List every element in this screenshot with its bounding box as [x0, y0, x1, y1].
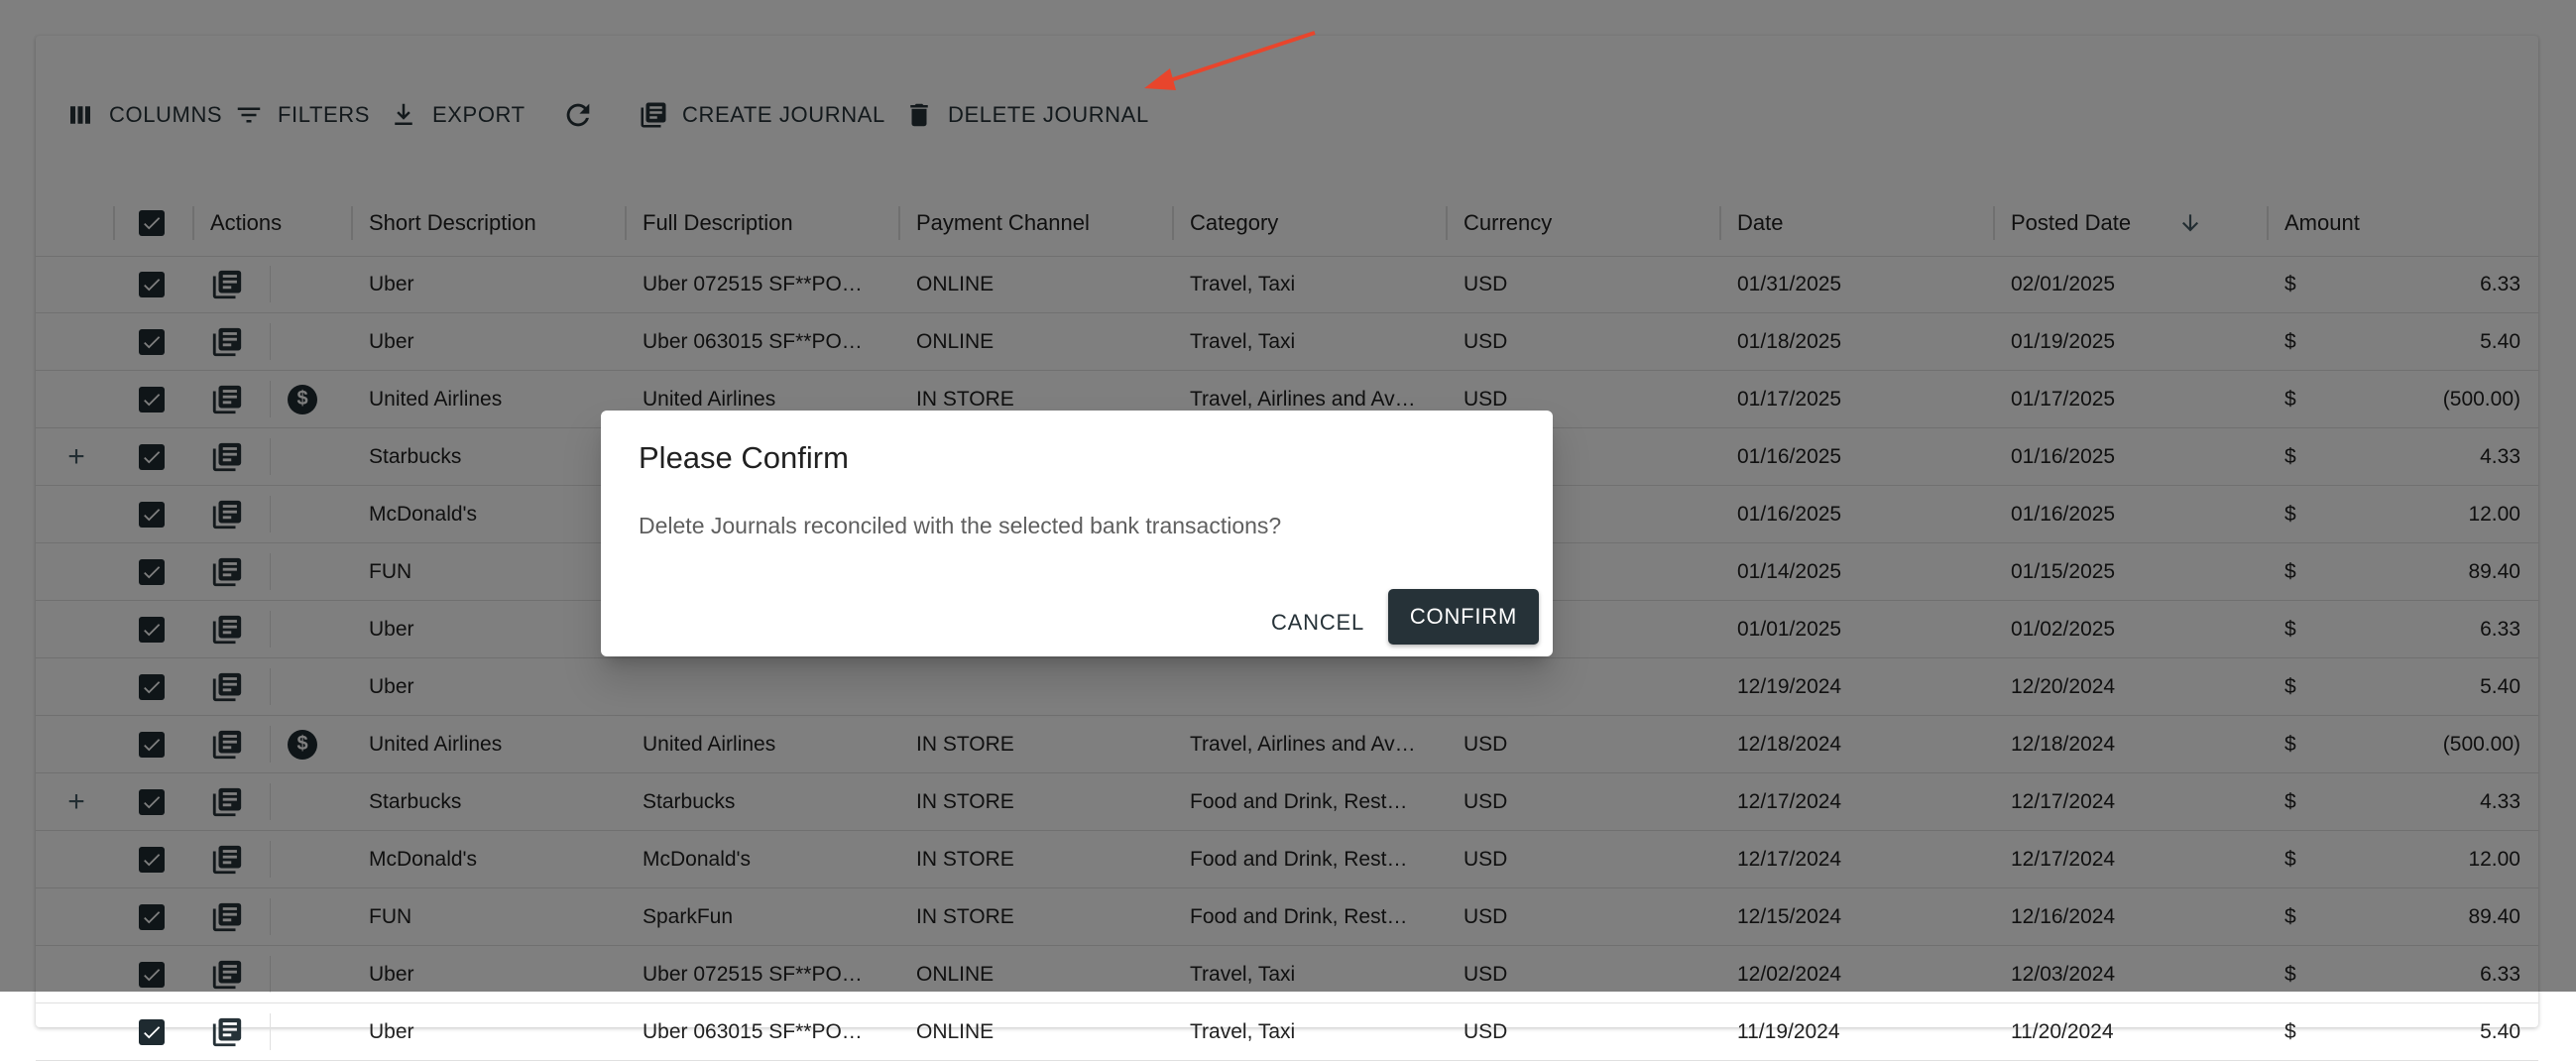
- dialog-title: Please Confirm: [639, 440, 849, 475]
- annotation-arrow-icon: [1144, 31, 1316, 90]
- short-description-cell: Uber: [369, 1020, 414, 1043]
- journal-action-icon[interactable]: [210, 1003, 250, 1060]
- dialog-message: Delete Journals reconciled with the sele…: [639, 513, 1282, 538]
- currency-cell: USD: [1464, 1020, 1508, 1043]
- date-cell: 11/19/2024: [1737, 1020, 1840, 1043]
- amount-symbol: $: [2284, 1019, 2296, 1043]
- confirm-label: Confirm: [1409, 604, 1518, 629]
- amount-cell: 5.40: [2480, 1019, 2520, 1043]
- row-checkbox[interactable]: [139, 1003, 169, 1060]
- cancel-label: Cancel: [1270, 610, 1365, 635]
- category-cell: Travel, Taxi: [1190, 1020, 1296, 1043]
- confirm-button[interactable]: Confirm: [1388, 589, 1539, 645]
- posted-date-cell: 11/20/2024: [2011, 1020, 2114, 1043]
- payment-channel-cell: ONLINE: [916, 1020, 995, 1043]
- table-row[interactable]: Uber Uber 063015 SF**POOL** ONLINE Travel, …: [36, 1003, 2538, 1061]
- cancel-button[interactable]: Cancel: [1253, 597, 1382, 648]
- full-description-cell: Uber 063015 SF**POOL**: [643, 1020, 871, 1043]
